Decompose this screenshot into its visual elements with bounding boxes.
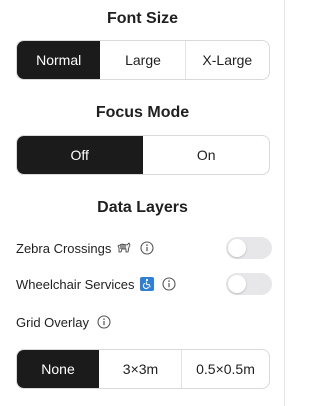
zebra-crossings-row: Zebra Crossings — [16, 236, 272, 260]
toggle-knob — [228, 239, 246, 257]
info-icon[interactable] — [161, 277, 176, 291]
grid-overlay-row: Grid Overlay — [16, 310, 272, 334]
info-icon[interactable] — [97, 315, 111, 329]
wheelchair-services-toggle[interactable] — [226, 273, 272, 295]
grid-overlay-selector: None 3×3m 0.5×0.5m — [16, 349, 270, 389]
focus-mode-selector: Off On — [16, 135, 270, 175]
font-size-option-normal[interactable]: Normal — [17, 41, 101, 79]
wheelchair-services-row: Wheelchair Services — [16, 272, 272, 296]
info-icon[interactable] — [140, 241, 154, 255]
font-size-selector: Normal Large X-Large — [16, 40, 270, 80]
wheelchair-services-label: Wheelchair Services — [16, 276, 135, 292]
grid-option-3x3m[interactable]: 3×3m — [99, 350, 181, 388]
font-size-option-large[interactable]: Large — [100, 41, 184, 79]
zebra-crossings-label: Zebra Crossings — [16, 240, 112, 256]
focus-mode-title: Focus Mode — [95, 104, 190, 121]
grid-option-0-5x0-5m[interactable]: 0.5×0.5m — [181, 350, 269, 388]
zebra-crossings-toggle[interactable] — [226, 237, 272, 259]
focus-mode-option-off[interactable]: Off — [17, 136, 143, 174]
zebra-icon — [116, 241, 132, 255]
settings-panel: Font Size Normal Large X-Large Focus Mod… — [0, 0, 285, 406]
grid-overlay-label: Grid Overlay — [16, 314, 89, 330]
wheelchair-icon — [139, 277, 154, 291]
grid-option-none[interactable]: None — [17, 350, 99, 388]
font-size-title: Font Size — [106, 10, 179, 27]
data-layers-title: Data Layers — [97, 199, 188, 216]
toggle-knob — [228, 275, 246, 293]
focus-mode-option-on[interactable]: On — [143, 136, 270, 174]
font-size-option-x-large[interactable]: X-Large — [184, 41, 269, 79]
